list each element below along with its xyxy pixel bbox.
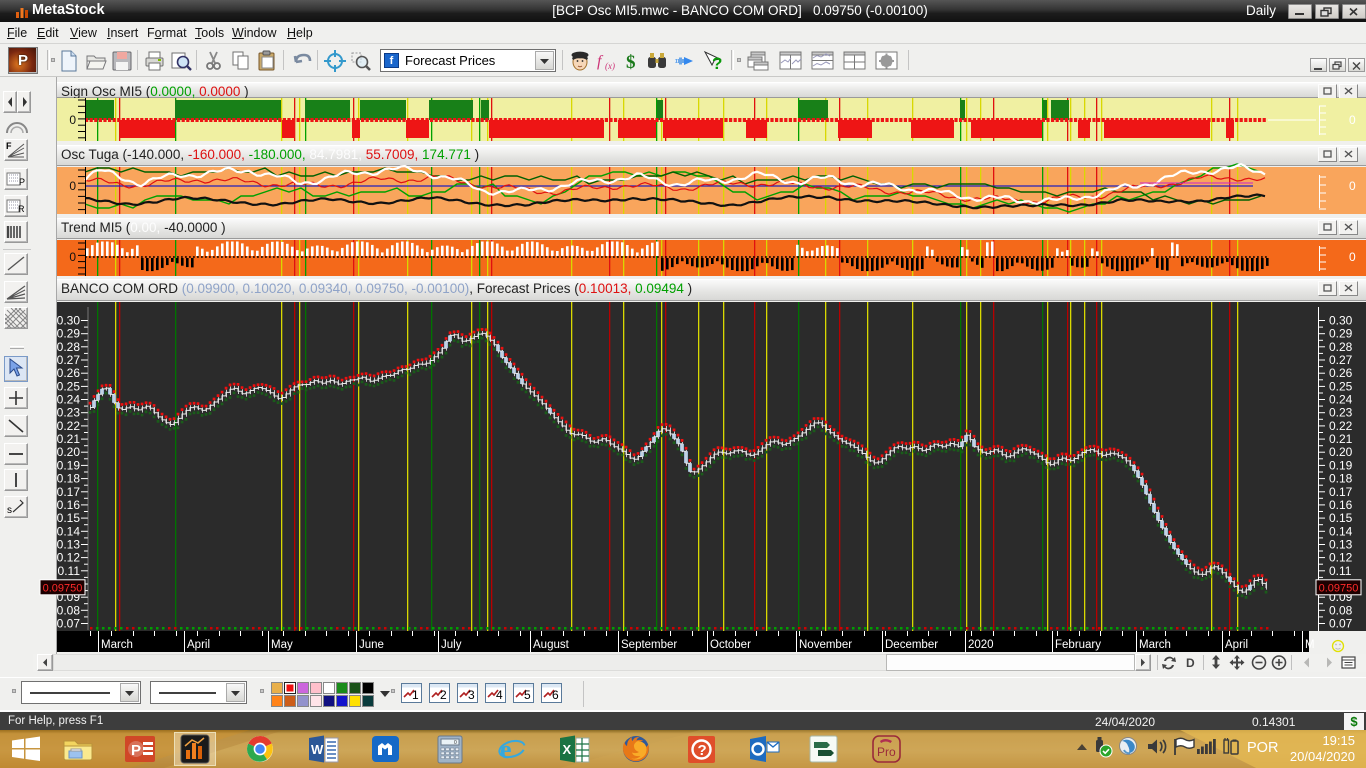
- svg-text:1: 1: [412, 688, 419, 702]
- svg-text:X: X: [563, 742, 572, 757]
- svg-text:0.07: 0.07: [57, 617, 81, 631]
- svg-text:February: February: [1055, 639, 1101, 651]
- svg-text:5: 5: [524, 688, 531, 702]
- svg-text:0.13: 0.13: [57, 538, 81, 552]
- svg-text:0.08: 0.08: [57, 603, 81, 617]
- svg-text:0: 0: [69, 113, 76, 127]
- svg-text:0.27: 0.27: [1329, 353, 1353, 367]
- svg-text:June: June: [359, 639, 384, 651]
- svg-text:April: April: [1225, 639, 1248, 651]
- svg-text:0.24: 0.24: [1329, 393, 1353, 407]
- svg-text:0.22: 0.22: [57, 419, 81, 433]
- svg-text:0.28: 0.28: [1329, 340, 1353, 354]
- svg-text:0: 0: [69, 250, 76, 264]
- svg-text:0.12: 0.12: [57, 551, 81, 565]
- svg-text:0.14: 0.14: [57, 524, 81, 538]
- svg-text:6: 6: [552, 688, 559, 702]
- svg-text:0.19: 0.19: [1329, 458, 1353, 472]
- svg-text:0.21: 0.21: [57, 432, 81, 446]
- svg-text:0.24: 0.24: [57, 393, 81, 407]
- svg-text:0: 0: [1349, 179, 1356, 193]
- svg-text:2020: 2020: [968, 639, 994, 651]
- svg-text:0.30: 0.30: [1329, 314, 1353, 328]
- svg-text:September: September: [621, 639, 677, 651]
- svg-text:0.29: 0.29: [1329, 327, 1353, 341]
- svg-text:0.15: 0.15: [1329, 511, 1353, 525]
- svg-text:0.26: 0.26: [1329, 366, 1353, 380]
- svg-text:April: April: [187, 639, 210, 651]
- svg-text:0.13: 0.13: [1329, 538, 1353, 552]
- svg-text:October: October: [710, 639, 751, 651]
- svg-text:0.09750: 0.09750: [43, 582, 83, 594]
- svg-text:0.17: 0.17: [57, 485, 81, 499]
- svg-text:0.18: 0.18: [1329, 472, 1353, 486]
- svg-text:2: 2: [440, 688, 447, 702]
- svg-text:May: May: [271, 639, 293, 651]
- svg-text:0.25: 0.25: [57, 379, 81, 393]
- svg-text:?: ?: [698, 742, 707, 759]
- svg-text:D: D: [1186, 656, 1195, 670]
- svg-text:0.07: 0.07: [1329, 617, 1353, 631]
- svg-text:0.18: 0.18: [57, 472, 81, 486]
- svg-text:4: 4: [496, 688, 503, 702]
- svg-text:0.19: 0.19: [57, 458, 81, 472]
- svg-text:e: e: [500, 735, 512, 764]
- svg-text:0: 0: [69, 179, 76, 193]
- svg-text:0.28: 0.28: [57, 340, 81, 354]
- svg-text:March: March: [101, 639, 133, 651]
- svg-text:0.16: 0.16: [1329, 498, 1353, 512]
- svg-text:0.20: 0.20: [1329, 445, 1353, 459]
- svg-text:0.15: 0.15: [57, 511, 81, 525]
- svg-text:0.17: 0.17: [1329, 485, 1353, 499]
- svg-text:0.11: 0.11: [58, 564, 81, 578]
- svg-text:0.20: 0.20: [57, 445, 81, 459]
- svg-text:July: July: [441, 639, 462, 651]
- svg-text:0.26: 0.26: [57, 366, 81, 380]
- svg-text:0.25: 0.25: [1329, 379, 1353, 393]
- svg-text:0: 0: [454, 740, 457, 746]
- svg-text:0.23: 0.23: [57, 406, 81, 420]
- svg-text:0.12: 0.12: [1329, 551, 1353, 565]
- svg-text:0.30: 0.30: [57, 314, 81, 328]
- svg-text:0.14: 0.14: [1329, 524, 1353, 538]
- svg-text:0.21: 0.21: [1329, 432, 1353, 446]
- svg-text:December: December: [885, 639, 938, 651]
- svg-text:0.29: 0.29: [57, 327, 81, 341]
- svg-text:March: March: [1139, 639, 1171, 651]
- svg-text:November: November: [799, 639, 852, 651]
- svg-text:M: M: [1305, 639, 1315, 651]
- svg-text:Pro: Pro: [877, 745, 896, 759]
- svg-text:0.16: 0.16: [57, 498, 81, 512]
- svg-text:0.08: 0.08: [1329, 603, 1353, 617]
- svg-text:0.09750: 0.09750: [1319, 582, 1359, 594]
- svg-text:P: P: [131, 742, 141, 759]
- svg-text:3: 3: [468, 688, 475, 702]
- svg-text:0: 0: [1349, 113, 1356, 127]
- svg-text:0.23: 0.23: [1329, 406, 1353, 420]
- svg-text:0: 0: [1349, 250, 1356, 264]
- svg-text:August: August: [533, 639, 570, 651]
- svg-text:0.27: 0.27: [57, 353, 81, 367]
- svg-text:0.11: 0.11: [1329, 564, 1352, 578]
- svg-text:W: W: [311, 742, 324, 757]
- svg-text:0.22: 0.22: [1329, 419, 1353, 433]
